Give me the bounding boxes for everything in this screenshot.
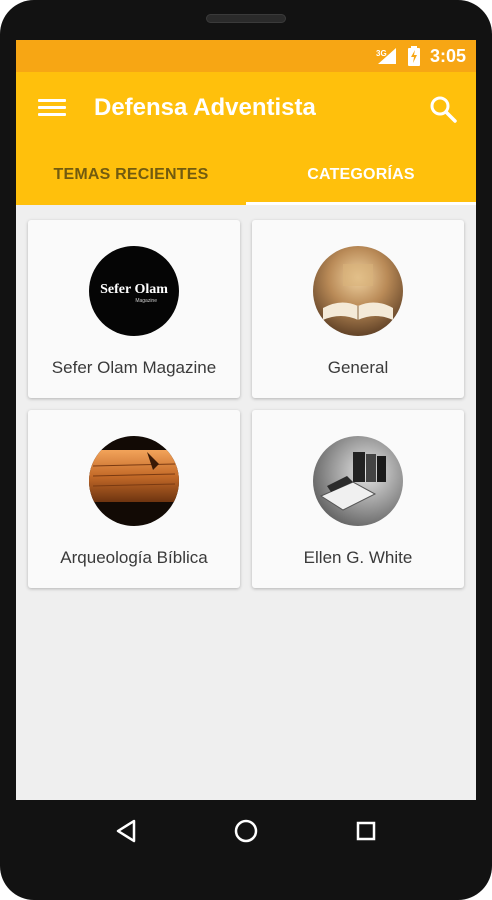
- category-label: Arqueología Bíblica: [60, 548, 208, 567]
- books-bw-image: [313, 436, 403, 526]
- app-screen: 3G 3:05 Defensa Adventista TEMAS RECIENT…: [16, 40, 476, 800]
- ancient-scroll-image: [89, 436, 179, 526]
- category-grid: Sefer Olam Magazine Sefer Olam Magazine …: [28, 220, 464, 588]
- app-bar: Defensa Adventista TEMAS RECIENTES CATEG…: [16, 72, 476, 205]
- category-card-arqueologia[interactable]: Arqueología Bíblica: [28, 410, 240, 588]
- clock: 3:05: [429, 45, 466, 66]
- system-nav-bar: [16, 800, 476, 862]
- category-label: General: [327, 358, 389, 377]
- tab-categorias[interactable]: CATEGORÍAS: [246, 145, 476, 205]
- category-card-general[interactable]: General: [252, 220, 464, 398]
- search-icon[interactable]: [428, 94, 458, 124]
- svg-text:Magazine: Magazine: [135, 298, 157, 304]
- svg-text:3G: 3G: [376, 49, 387, 58]
- battery-icon: [407, 46, 420, 66]
- category-card-ellen-white[interactable]: Ellen G. White: [252, 410, 464, 588]
- signal-icon: 3G: [376, 48, 396, 64]
- category-card-sefer-olam[interactable]: Sefer Olam Magazine Sefer Olam Magazine: [28, 220, 240, 398]
- sefer-olam-logo: Sefer Olam Magazine: [89, 246, 179, 336]
- back-triangle-icon[interactable]: [106, 811, 146, 851]
- svg-text:Sefer Olam: Sefer Olam: [100, 282, 168, 297]
- tab-bar: TEMAS RECIENTES CATEGORÍAS: [16, 145, 476, 205]
- tab-temas-recientes[interactable]: TEMAS RECIENTES: [16, 145, 246, 205]
- open-book-image: [313, 246, 403, 336]
- phone-frame: 3G 3:05 Defensa Adventista TEMAS RECIENT…: [0, 0, 492, 900]
- app-title: Defensa Adventista: [94, 94, 316, 121]
- recents-square-icon[interactable]: [346, 811, 386, 851]
- category-label: Sefer Olam Magazine: [51, 358, 217, 377]
- hamburger-menu-icon[interactable]: [38, 96, 66, 120]
- status-bar: 3G 3:05: [16, 40, 476, 72]
- category-label: Ellen G. White: [303, 548, 413, 567]
- speaker-grille: [206, 14, 286, 23]
- home-circle-icon[interactable]: [226, 811, 266, 851]
